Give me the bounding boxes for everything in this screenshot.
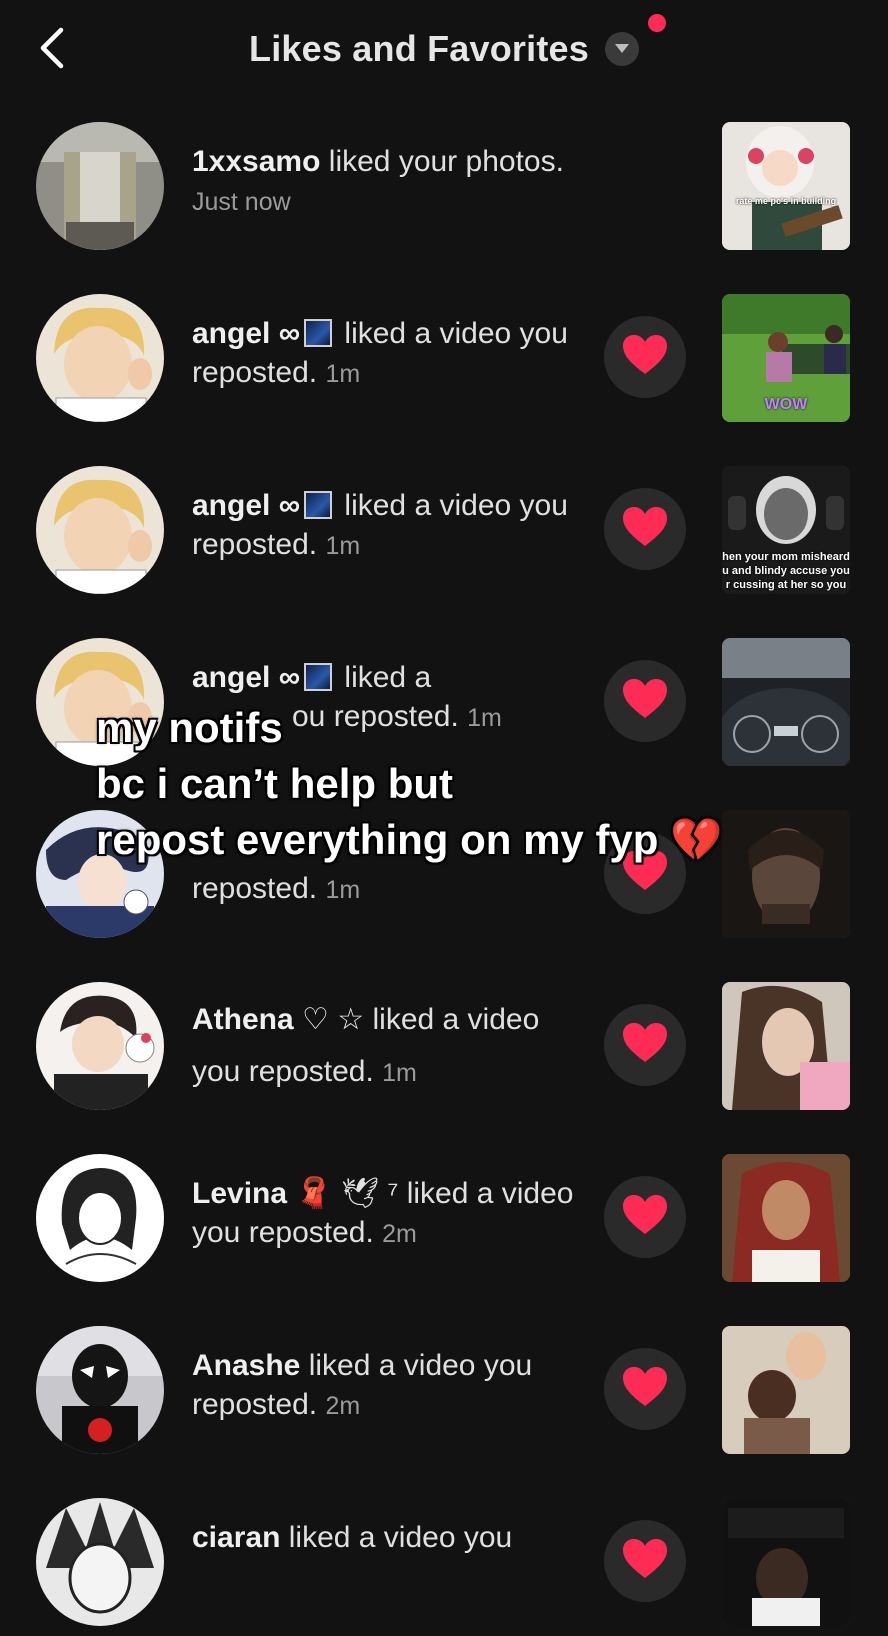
timestamp: 2m [382, 1220, 417, 1248]
thumbnail-caption: WOW [764, 396, 808, 413]
username[interactable]: 1xxsamo [192, 145, 320, 178]
heart-icon [622, 1022, 668, 1069]
avatar[interactable] [36, 1498, 164, 1626]
galaxy-emoji-icon [304, 319, 333, 347]
action-text: liked your photos. [328, 145, 564, 178]
page-title: Likes and Favorites [249, 28, 589, 69]
thumbnail[interactable] [722, 1498, 850, 1626]
avatar[interactable] [36, 294, 164, 422]
action-text: liked a video you [288, 1521, 513, 1554]
like-button[interactable] [604, 1520, 686, 1602]
avatar[interactable] [36, 1154, 164, 1282]
username[interactable]: Levina [192, 1177, 287, 1210]
like-button[interactable] [604, 1004, 686, 1086]
thumbnail[interactable]: WOW [722, 294, 850, 422]
caret-down-icon [604, 32, 639, 66]
avatar[interactable] [36, 982, 164, 1110]
thumbnail[interactable]: hen your mom misheard u and blindy accus… [722, 466, 850, 594]
action-text: liked a [344, 661, 432, 694]
like-button[interactable] [604, 1176, 686, 1258]
like-button[interactable] [604, 1348, 686, 1430]
thumbnail-caption: rate me pc's in building [735, 196, 837, 206]
notification-dot [648, 14, 666, 32]
heart-icon [622, 1366, 668, 1413]
like-button[interactable] [604, 316, 686, 398]
galaxy-emoji-icon [304, 491, 333, 519]
username[interactable]: angel ∞ [192, 661, 300, 694]
timestamp: 2m [325, 1392, 361, 1420]
notification-text: 1xxsamo liked your photos. Just now [192, 142, 582, 222]
heart-icon [622, 1538, 668, 1585]
thumbnail[interactable] [722, 1326, 850, 1454]
heart-icon [622, 1194, 668, 1241]
notification-text: Levina 🧣 🕊 ⁷ liked a video you reposted.… [192, 1174, 582, 1254]
notification-text: Anashe liked a video you reposted. 2m [192, 1346, 582, 1426]
title-dropdown[interactable]: Likes and Favorites [0, 28, 888, 70]
username[interactable]: ciaran [192, 1521, 280, 1554]
timestamp: 1m [325, 360, 361, 388]
notification-row[interactable]: 1xxsamo liked your photos. Just now rate… [0, 120, 888, 260]
avatar[interactable] [36, 122, 164, 250]
username[interactable]: angel ∞ [192, 489, 300, 522]
thumbnail[interactable] [722, 982, 850, 1110]
notification-row[interactable]: angel ∞ liked a video you reposted. 1m W… [0, 292, 888, 432]
username[interactable]: Anashe [192, 1349, 300, 1382]
video-overlay-caption: my notifs bc i can’t help but repost eve… [96, 704, 723, 863]
notification-text: angel ∞ liked a video you reposted. 1m [192, 314, 582, 394]
heart-icon [622, 506, 668, 553]
action-text: reposted. [192, 872, 318, 905]
notification-row[interactable]: Anashe liked a video you reposted. 2m [0, 1324, 888, 1464]
username[interactable]: Athena ♡ ☆ [192, 1003, 364, 1036]
notification-text: ciaran liked a video you [192, 1518, 582, 1557]
username[interactable]: angel ∞ [192, 317, 300, 350]
avatar[interactable] [36, 466, 164, 594]
timestamp: 1m [325, 532, 361, 560]
notification-row[interactable]: Athena ♡ ☆ liked a video you reposted. 1… [0, 980, 888, 1120]
avatar[interactable] [36, 1326, 164, 1454]
timestamp: Just now [192, 188, 291, 216]
notification-row[interactable]: angel ∞ liked a video you reposted. 1m h… [0, 464, 888, 604]
header: Likes and Favorites [0, 0, 888, 100]
notification-row[interactable]: ciaran liked a video you [0, 1496, 888, 1636]
timestamp: 1m [382, 1059, 417, 1087]
notification-text: Athena ♡ ☆ liked a video you reposted. 1… [192, 994, 582, 1099]
username-emoji: 🧣 🕊 ⁷ [295, 1177, 399, 1210]
like-button[interactable] [604, 488, 686, 570]
heart-icon [622, 334, 668, 381]
notification-text: angel ∞ liked a video you reposted. 1m [192, 486, 582, 566]
thumbnail[interactable] [722, 1154, 850, 1282]
notification-row[interactable]: Levina 🧣 🕊 ⁷ liked a video you reposted.… [0, 1152, 888, 1292]
timestamp: 1m [325, 876, 361, 904]
galaxy-emoji-icon [304, 663, 333, 691]
thumbnail[interactable]: rate me pc's in building [722, 122, 850, 250]
thumbnail-caption: hen your mom misheard u and blindy accus… [722, 551, 850, 591]
